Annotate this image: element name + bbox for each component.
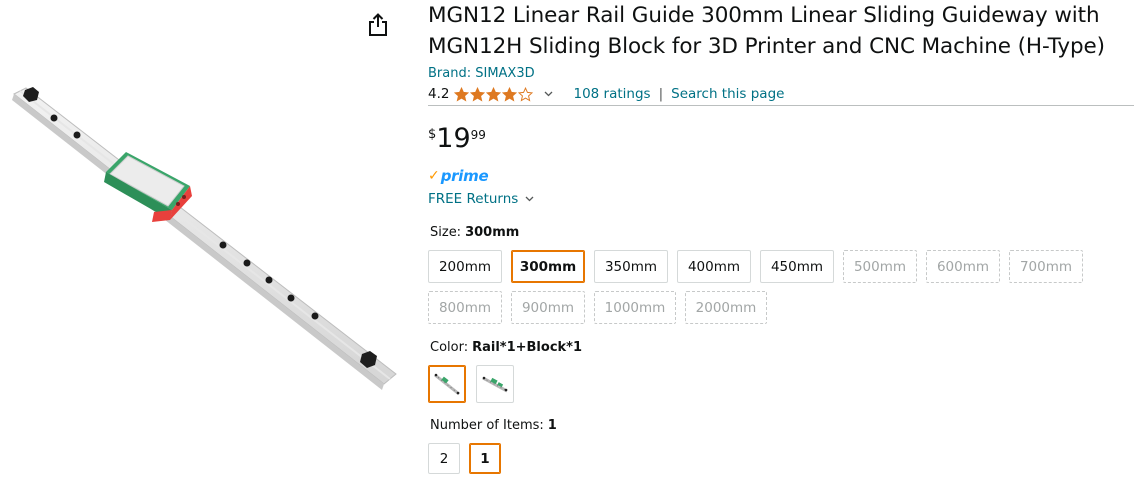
rating-value: 4.2 <box>428 86 450 102</box>
free-returns-label: FREE Returns <box>428 191 519 207</box>
price-fraction: 99 <box>470 128 486 142</box>
free-returns-link[interactable]: FREE Returns <box>428 189 1134 209</box>
size-options-row-2: 800mm 900mm 1000mm 2000mm <box>428 291 1134 324</box>
product-title-line2: MGN12H Sliding Block for 3D Printer and … <box>428 34 1105 59</box>
size-label-text: Size: <box>430 224 462 240</box>
number-of-items-label-text: Number of Items: <box>430 417 544 433</box>
items-option-2[interactable]: 2 <box>428 443 460 474</box>
color-label-text: Color: <box>430 339 469 355</box>
prime-check-icon: ✓ <box>428 168 440 184</box>
product-title: MGN12 Linear Rail Guide 300mm Linear Sli… <box>428 0 1134 62</box>
size-option-2000mm[interactable]: 2000mm <box>685 291 767 324</box>
color-swatches <box>428 365 1134 403</box>
search-page-link[interactable]: Search this page <box>671 86 784 102</box>
color-swatch-rail-block[interactable] <box>428 365 466 403</box>
number-of-items-selected: 1 <box>547 417 557 433</box>
share-icon[interactable] <box>366 12 390 38</box>
price-symbol: $ <box>428 127 437 142</box>
ratings-count-link[interactable]: 108 ratings <box>573 86 650 102</box>
divider <box>428 105 1134 106</box>
rail-thumbnail <box>482 376 508 393</box>
star-rating[interactable] <box>454 86 534 102</box>
rail-thumbnail <box>434 373 460 396</box>
size-option-1000mm[interactable]: 1000mm <box>594 291 676 324</box>
prime-logo: prime <box>440 167 489 185</box>
number-of-items-options: 21 <box>428 443 1134 474</box>
separator: | <box>658 86 664 102</box>
prime-badge: ✓ prime <box>428 167 1134 185</box>
color-swatch-alt[interactable] <box>476 365 514 403</box>
number-of-items-label: Number of Items: 1 <box>428 416 1134 434</box>
size-option-350mm[interactable]: 350mm <box>594 250 668 283</box>
star-icon <box>502 86 518 101</box>
price: $ 19 99 <box>428 124 1134 154</box>
size-option-450mm[interactable]: 450mm <box>760 250 834 283</box>
star-icon <box>470 86 486 101</box>
star-icon <box>454 86 470 101</box>
chevron-down-icon <box>525 196 534 202</box>
size-option-700mm[interactable]: 700mm <box>1009 250 1083 283</box>
brand-link[interactable]: Brand: SIMAX3D <box>428 65 535 83</box>
rating-row: 4.2 108 ratings | Search this page <box>428 84 1134 104</box>
color-label: Color: Rail*1+Block*1 <box>428 338 1134 356</box>
size-options-row-1: 200mm 300mm 350mm 400mm 450mm 500mm 600mm 700mm <box>428 250 1134 283</box>
color-selected-value: Rail*1+Block*1 <box>472 339 583 355</box>
size-option-600mm[interactable]: 600mm <box>926 250 1000 283</box>
star-icon <box>518 86 534 101</box>
size-option-300mm[interactable]: 300mm <box>511 250 585 283</box>
size-selected-value: 300mm <box>465 224 520 240</box>
size-label: Size: 300mm <box>428 223 1134 241</box>
product-image[interactable] <box>6 82 398 400</box>
product-title-line1: MGN12 Linear Rail Guide 300mm Linear Sli… <box>428 3 1100 28</box>
linear-rail-image <box>12 87 397 390</box>
size-option-200mm[interactable]: 200mm <box>428 250 502 283</box>
price-whole: 19 <box>436 123 471 154</box>
size-option-800mm[interactable]: 800mm <box>428 291 502 324</box>
chevron-down-icon[interactable] <box>544 91 553 97</box>
size-option-400mm[interactable]: 400mm <box>677 250 751 283</box>
items-option-1[interactable]: 1 <box>469 443 501 474</box>
size-option-500mm[interactable]: 500mm <box>843 250 917 283</box>
star-icon <box>486 86 502 101</box>
product-info: MGN12 Linear Rail Guide 300mm Linear Sli… <box>428 0 1134 474</box>
size-option-900mm[interactable]: 900mm <box>511 291 585 324</box>
